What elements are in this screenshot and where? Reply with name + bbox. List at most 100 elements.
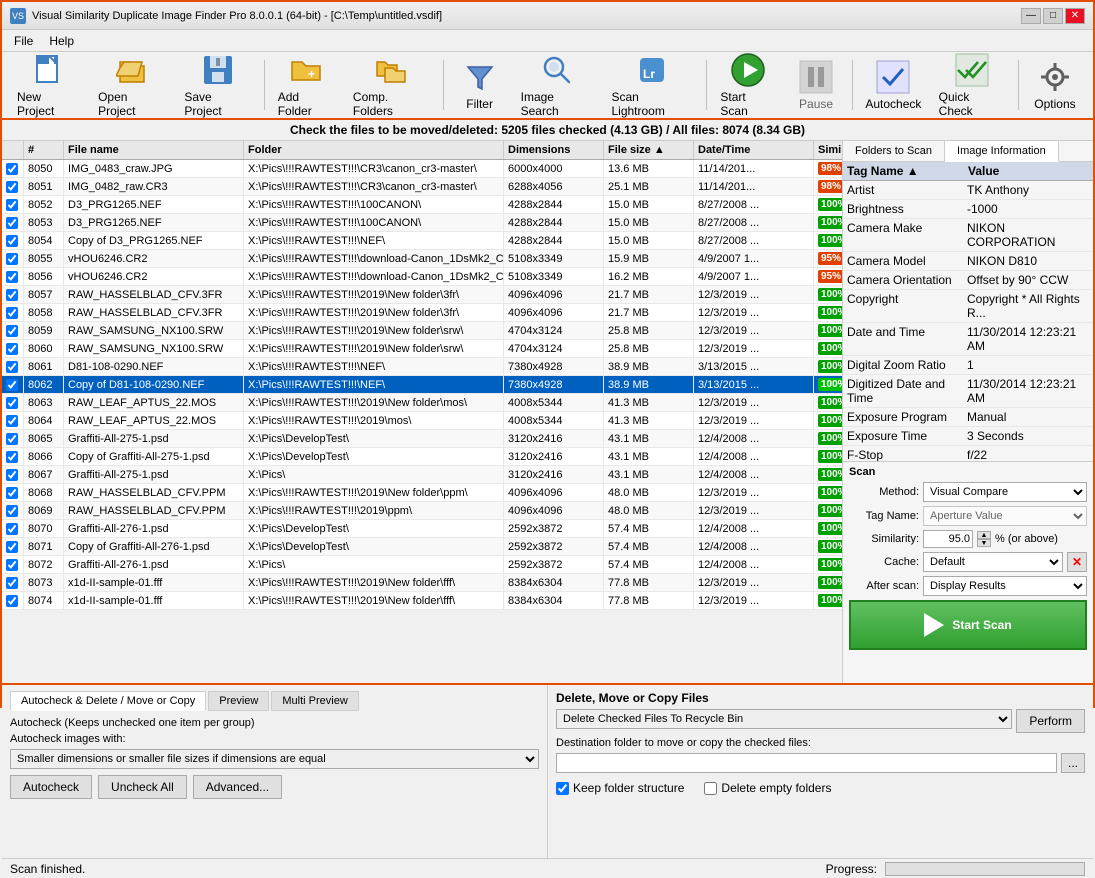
delete-empty-checkbox[interactable] <box>704 782 717 795</box>
quick-check-button[interactable]: Quick Check <box>932 47 1012 123</box>
table-row[interactable]: 8053 D3_PRG1265.NEF X:\Pics\!!!RAWTEST!!… <box>2 214 842 232</box>
row-check[interactable] <box>2 304 24 321</box>
tab-image-information[interactable]: Image Information <box>945 141 1059 162</box>
tab-autocheck[interactable]: Autocheck & Delete / Move or Copy <box>10 691 206 711</box>
table-row[interactable]: 8052 D3_PRG1265.NEF X:\Pics\!!!RAWTEST!!… <box>2 196 842 214</box>
table-row[interactable]: 8071 Copy of Graffiti-All-276-1.psd X:\P… <box>2 538 842 556</box>
row-check[interactable] <box>2 268 24 285</box>
row-check[interactable] <box>2 178 24 195</box>
tab-multi-preview[interactable]: Multi Preview <box>271 691 358 711</box>
comp-folders-button[interactable]: Comp. Folders <box>346 47 437 123</box>
spin-down[interactable]: ▼ <box>977 539 991 547</box>
scan-lightroom-button[interactable]: Lr Scan Lightroom <box>604 47 700 123</box>
cache-select[interactable]: Default <box>923 552 1063 572</box>
table-row[interactable]: 8064 RAW_LEAF_APTUS_22.MOS X:\Pics\!!!RA… <box>2 412 842 430</box>
row-check[interactable] <box>2 340 24 357</box>
col-dim[interactable]: Dimensions <box>504 141 604 159</box>
similarity-spinner[interactable]: ▲ ▼ <box>977 531 991 547</box>
table-row[interactable]: 8070 Graffiti-All-276-1.psd X:\Pics\Deve… <box>2 520 842 538</box>
row-check[interactable] <box>2 502 24 519</box>
table-row[interactable]: 8073 x1d-II-sample-01.fff X:\Pics\!!!RAW… <box>2 574 842 592</box>
tab-folders-to-scan[interactable]: Folders to Scan <box>843 141 945 161</box>
row-check[interactable] <box>2 250 24 267</box>
row-check[interactable] <box>2 430 24 447</box>
maximize-button[interactable]: □ <box>1043 8 1063 24</box>
table-row[interactable]: 8057 RAW_HASSELBLAD_CFV.3FR X:\Pics\!!!R… <box>2 286 842 304</box>
row-check[interactable] <box>2 394 24 411</box>
open-project-button[interactable]: Open Project <box>91 47 173 123</box>
col-sim[interactable]: Similarity <box>814 141 843 159</box>
close-button[interactable]: ✕ <box>1065 8 1085 24</box>
col-size[interactable]: File size ▲ <box>604 141 694 159</box>
advanced-button[interactable]: Advanced... <box>193 775 282 799</box>
dest-folder-input[interactable] <box>556 753 1057 773</box>
table-row[interactable]: 8050 IMG_0483_craw.JPG X:\Pics\!!!RAWTES… <box>2 160 842 178</box>
row-check[interactable] <box>2 322 24 339</box>
tagname-select[interactable]: Aperture Value <box>923 506 1087 526</box>
filter-button[interactable]: Filter <box>450 54 510 116</box>
delete-action-select[interactable]: Delete Checked Files To Recycle Bin <box>556 709 1012 729</box>
keep-folder-checkbox[interactable] <box>556 782 569 795</box>
new-project-button[interactable]: New Project <box>10 47 87 123</box>
add-folder-button[interactable]: + Add Folder <box>271 47 342 123</box>
col-date[interactable]: Date/Time <box>694 141 814 159</box>
row-check[interactable] <box>2 448 24 465</box>
autocheck-button[interactable]: Autocheck <box>10 775 92 799</box>
table-row[interactable]: 8065 Graffiti-All-275-1.psd X:\Pics\Deve… <box>2 430 842 448</box>
row-check[interactable] <box>2 232 24 249</box>
table-row[interactable]: 8069 RAW_HASSELBLAD_CFV.PPM X:\Pics\!!!R… <box>2 502 842 520</box>
table-row[interactable]: 8063 RAW_LEAF_APTUS_22.MOS X:\Pics\!!!RA… <box>2 394 842 412</box>
row-check[interactable] <box>2 538 24 555</box>
table-row[interactable]: 8055 vHOU6246.CR2 X:\Pics\!!!RAWTEST!!!\… <box>2 250 842 268</box>
table-row[interactable]: 8061 D81-108-0290.NEF X:\Pics\!!!RAWTEST… <box>2 358 842 376</box>
row-check[interactable] <box>2 160 24 177</box>
options-button[interactable]: Options <box>1025 54 1085 116</box>
uncheck-all-button[interactable]: Uncheck All <box>98 775 187 799</box>
row-check[interactable] <box>2 286 24 303</box>
pause-button[interactable]: Pause <box>786 54 846 116</box>
row-check[interactable] <box>2 196 24 213</box>
table-row[interactable]: 8051 IMG_0482_raw.CR3 X:\Pics\!!!RAWTEST… <box>2 178 842 196</box>
row-check[interactable] <box>2 214 24 231</box>
autocheck-with-select[interactable]: Smaller dimensions or smaller file sizes… <box>10 749 539 769</box>
afterscan-select[interactable]: Display Results <box>923 576 1087 596</box>
row-check[interactable] <box>2 376 24 393</box>
minimize-button[interactable]: — <box>1021 8 1041 24</box>
table-row[interactable]: 8067 Graffiti-All-275-1.psd X:\Pics\ 312… <box>2 466 842 484</box>
table-row[interactable]: 8054 Copy of D3_PRG1265.NEF X:\Pics\!!!R… <box>2 232 842 250</box>
similarity-input[interactable] <box>923 530 973 548</box>
row-check[interactable] <box>2 556 24 573</box>
table-row[interactable]: 8066 Copy of Graffiti-All-275-1.psd X:\P… <box>2 448 842 466</box>
keep-folder-checkbox-label[interactable]: Keep folder structure <box>556 781 684 795</box>
table-row[interactable]: 8060 RAW_SAMSUNG_NX100.SRW X:\Pics\!!!RA… <box>2 340 842 358</box>
col-num[interactable]: # <box>24 141 64 159</box>
table-row[interactable]: 8068 RAW_HASSELBLAD_CFV.PPM X:\Pics\!!!R… <box>2 484 842 502</box>
col-name[interactable]: File name <box>64 141 244 159</box>
table-row[interactable]: 8072 Graffiti-All-276-1.psd X:\Pics\ 259… <box>2 556 842 574</box>
row-check[interactable] <box>2 484 24 501</box>
image-search-button[interactable]: Image Search <box>514 47 601 123</box>
autocheck-toolbar-button[interactable]: Autocheck <box>859 54 928 116</box>
start-scan-button[interactable]: Start Scan <box>849 600 1087 650</box>
table-row[interactable]: 8058 RAW_HASSELBLAD_CFV.3FR X:\Pics\!!!R… <box>2 304 842 322</box>
cache-clear-button[interactable]: ✕ <box>1067 552 1087 572</box>
spin-up[interactable]: ▲ <box>977 531 991 539</box>
save-project-button[interactable]: Save Project <box>177 47 257 123</box>
table-row[interactable]: 8074 x1d-II-sample-01.fff X:\Pics\!!!RAW… <box>2 592 842 610</box>
method-select[interactable]: Visual Compare <box>923 482 1087 502</box>
row-check[interactable] <box>2 358 24 375</box>
dest-browse-button[interactable]: ... <box>1061 753 1085 773</box>
perform-button[interactable]: Perform <box>1016 709 1085 733</box>
row-check[interactable] <box>2 520 24 537</box>
delete-empty-checkbox-label[interactable]: Delete empty folders <box>704 781 831 795</box>
row-check[interactable] <box>2 574 24 591</box>
row-check[interactable] <box>2 466 24 483</box>
row-check[interactable] <box>2 592 24 609</box>
col-folder[interactable]: Folder <box>244 141 504 159</box>
start-scan-toolbar-button[interactable]: Start Scan <box>713 47 782 123</box>
table-row[interactable]: 8059 RAW_SAMSUNG_NX100.SRW X:\Pics\!!!RA… <box>2 322 842 340</box>
table-row[interactable]: 8056 vHOU6246.CR2 X:\Pics\!!!RAWTEST!!!\… <box>2 268 842 286</box>
tab-preview[interactable]: Preview <box>208 691 269 711</box>
row-check[interactable] <box>2 412 24 429</box>
table-row[interactable]: 8062 Copy of D81-108-0290.NEF X:\Pics\!!… <box>2 376 842 394</box>
